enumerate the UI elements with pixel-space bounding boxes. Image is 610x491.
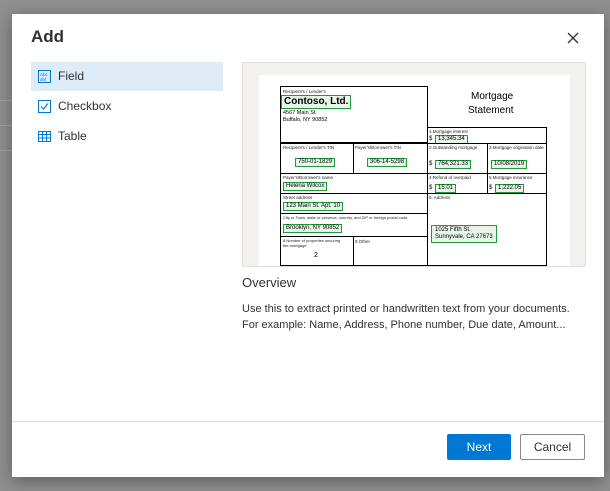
mortgage-form-preview: Recipient's / Lender's Contoso, Ltd. 456… <box>259 75 570 266</box>
form-label: 2.Outstanding mortgage <box>429 145 478 150</box>
property-address-line: Sunnyvale, CA 27673 <box>435 234 493 240</box>
currency-symbol: $ <box>489 185 493 191</box>
lender-name-field: Contoso, Ltd. <box>281 95 352 109</box>
form-label: 5.Mortgage insurance <box>489 175 533 180</box>
form-title: Statement <box>468 105 514 116</box>
cancel-button[interactable]: Cancel <box>520 434 585 460</box>
svg-text:def: def <box>40 77 47 82</box>
form-title: Mortgage <box>471 91 514 102</box>
sidebar-item-field[interactable]: Abc def Field <box>31 62 223 91</box>
table-icon <box>38 130 51 143</box>
sidebar-item-table[interactable]: Table <box>31 122 223 151</box>
form-label: City or Town, state or province, country… <box>283 215 408 220</box>
refund-field: 15.01 <box>435 184 457 193</box>
close-icon <box>567 32 579 44</box>
city-field: Brooklyn, NY 90852 <box>283 224 343 233</box>
form-label: Payer's/Borrower's TIN <box>355 145 401 150</box>
background-divider <box>0 125 12 126</box>
form-label: Street address <box>283 195 313 200</box>
properties-count: 2 <box>314 252 318 259</box>
form-label: Payer's/Borrower's name <box>283 175 333 180</box>
payer-name-field: Helena Wilcox <box>283 182 328 191</box>
dialog-title: Add <box>31 27 65 46</box>
next-button[interactable]: Next <box>447 434 511 460</box>
property-address-line: 1025 Fifth St. <box>435 227 471 233</box>
insurance-field: 1,222.05 <box>495 184 525 193</box>
sidebar-item-label: Checkbox <box>58 99 112 113</box>
form-label: Recipient's / Lender's <box>283 89 326 94</box>
lender-tin-field: 750-01-1829 <box>295 158 336 167</box>
background-divider <box>0 100 12 101</box>
background-divider <box>0 150 12 151</box>
form-label: 6. Address <box>429 195 451 200</box>
field-icon: Abc def <box>38 70 51 83</box>
origination-date-field: 10/08/2019 <box>491 160 528 169</box>
property-address-field: 1025 Fifth St. Sunnyvale, CA 27673 <box>431 225 497 243</box>
overview-title: Overview <box>242 275 297 290</box>
form-label: 9.Other <box>355 239 371 244</box>
currency-symbol: $ <box>429 136 433 142</box>
preview-image: Recipient's / Lender's Contoso, Ltd. 456… <box>242 62 586 267</box>
sidebar-item-checkbox[interactable]: Checkbox <box>31 92 223 121</box>
field-type-list: Abc def Field Checkbox Table <box>31 62 223 152</box>
outstanding-field: 764,321.33 <box>435 160 472 169</box>
form-label: Recipient's / Lender's TIN <box>283 145 335 150</box>
street-address-field: 123 Main St. Apt. 10 <box>283 202 344 211</box>
form-label: 3.Mortgage origination date <box>489 145 544 150</box>
currency-symbol: $ <box>429 185 433 191</box>
form-label: the mortgage <box>283 243 307 248</box>
payer-tin-field: 306-14-5298 <box>367 158 408 167</box>
sidebar-item-label: Table <box>58 129 87 143</box>
currency-symbol: $ <box>429 161 433 167</box>
close-button[interactable] <box>564 29 582 47</box>
overview-description: Use this to extract printed or handwritt… <box>242 303 570 331</box>
footer-divider <box>12 421 604 422</box>
lender-address-line: Buffalo, NY 90852 <box>283 117 328 123</box>
checkbox-icon <box>38 100 51 113</box>
form-label: 4.Refund of overpaid <box>429 175 471 180</box>
form-label: 1.Mortgage interest <box>429 129 468 134</box>
sidebar-item-label: Field <box>58 69 85 83</box>
add-dialog: Add Abc def Field Checkbox Table Recipie… <box>12 14 604 477</box>
lender-address-line: 4567 Main St. <box>283 110 317 116</box>
